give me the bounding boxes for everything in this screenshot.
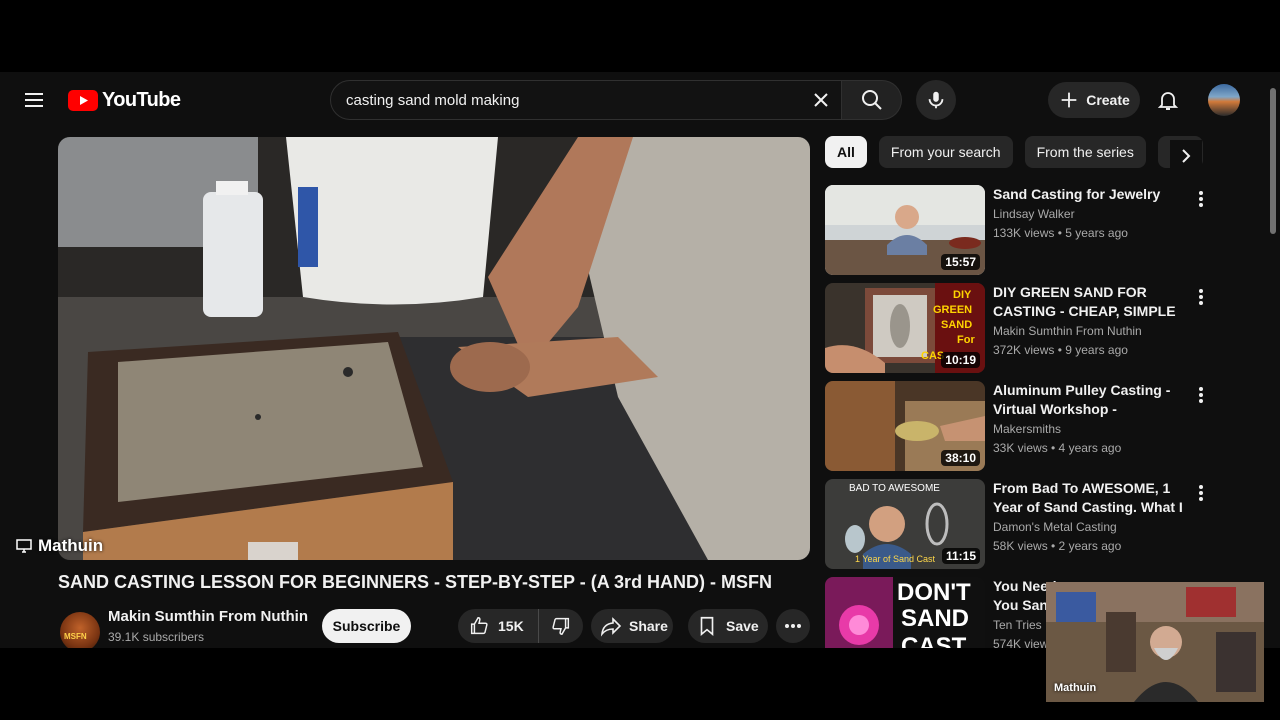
youtube-app: YouTube Create — [0, 72, 1280, 648]
more-vertical-icon[interactable] — [1191, 187, 1211, 211]
search-button[interactable] — [842, 80, 902, 120]
duration-badge: 38:10 — [941, 450, 980, 466]
thumbnail-text: 1 Year of Sand Cast — [855, 554, 936, 564]
clear-search-icon[interactable] — [801, 81, 841, 119]
youtube-logo[interactable]: YouTube — [68, 88, 181, 112]
thumbnail-text: DIY — [953, 289, 972, 301]
more-vertical-icon[interactable] — [1191, 481, 1211, 505]
recommendation-meta: 133K views • 5 years ago — [993, 226, 1128, 240]
webcam-overlay: Mathuin — [1046, 582, 1264, 702]
recommendation-title[interactable]: Sand Casting for Jewelry — [993, 185, 1189, 204]
recommendation-channel[interactable]: Ten Tries — [993, 618, 1042, 632]
recommendation-channel[interactable]: Makin Sumthin From Nuthin — [993, 324, 1142, 338]
notifications-button[interactable] — [1152, 84, 1184, 116]
recommendation-channel[interactable]: Lindsay Walker — [993, 207, 1075, 221]
recommendation-meta: 574K view — [993, 637, 1049, 648]
recommendation-item[interactable]: 15:57 Sand Casting for Jewelry Lindsay W… — [825, 185, 1217, 277]
recommendation-item[interactable]: BAD TO AWESOME 1 Year of Sand Cast 11:15… — [825, 479, 1217, 571]
duration-badge: 15:57 — [941, 254, 980, 270]
recommendation-meta: 58K views • 2 years ago — [993, 539, 1122, 553]
recommendation-title[interactable]: From Bad To AWESOME, 1 Year of Sand Cast… — [993, 479, 1189, 517]
channel-name[interactable]: Makin Sumthin From Nuthin — [108, 608, 308, 625]
recommendation-meta: 33K views • 4 years ago — [993, 441, 1122, 455]
thumbnail-text: SAND — [901, 605, 970, 632]
share-label: Share — [629, 618, 668, 634]
recommendation-meta: 372K views • 9 years ago — [993, 343, 1128, 357]
chevron-right-icon[interactable] — [1170, 140, 1202, 172]
video-owner-row: MSFN Makin Sumthin From Nuthin 39.1K sub… — [0, 608, 820, 648]
video-player[interactable] — [58, 137, 810, 560]
video-thumbnail[interactable]: DIY GREEN SAND For CAS 10:19 — [825, 283, 985, 373]
monitor-icon — [16, 539, 32, 553]
video-frame — [58, 137, 810, 560]
thumbnail-text: For — [957, 334, 975, 346]
recommendation-channel[interactable]: Makersmiths — [993, 422, 1061, 436]
duration-badge: 10:19 — [941, 352, 980, 368]
subscribe-button[interactable]: Subscribe — [322, 609, 411, 643]
more-horizontal-icon — [785, 624, 801, 628]
chip-all[interactable]: All — [825, 136, 867, 168]
plus-icon — [1061, 92, 1077, 108]
microphone-icon — [928, 91, 944, 109]
like-count: 15K — [498, 618, 524, 634]
recommendation-item[interactable]: DIY GREEN SAND For CAS 10:19 DIY GREEN S… — [825, 283, 1217, 375]
save-button[interactable]: Save — [688, 609, 768, 643]
stream-overlay-label: Mathuin — [16, 536, 103, 556]
video-thumbnail[interactable]: 15:57 — [825, 185, 985, 275]
thumbnail-text: BAD TO AWESOME — [849, 483, 940, 494]
overlay-name: Mathuin — [38, 536, 104, 555]
masthead: YouTube Create — [0, 72, 1280, 128]
subscriber-count: 39.1K subscribers — [108, 630, 205, 644]
chip-from-the-series[interactable]: From the series — [1024, 136, 1146, 168]
thumbnail-text: SAND — [941, 319, 973, 331]
thumbnail-text: GREEN — [933, 304, 973, 316]
recommendation-title[interactable]: Aluminum Pulley Casting - Virtual Worksh… — [993, 381, 1189, 419]
channel-avatar[interactable] — [60, 612, 100, 648]
recommendation-item[interactable]: 38:10 Aluminum Pulley Casting - Virtual … — [825, 381, 1217, 473]
voice-search-button[interactable] — [916, 80, 956, 120]
recommendation-channel[interactable]: Damon's Metal Casting — [993, 520, 1117, 534]
bookmark-icon — [700, 616, 714, 637]
dislike-button[interactable] — [539, 609, 583, 643]
share-icon — [600, 617, 622, 637]
video-thumbnail[interactable]: DON'T SAND CAST — [825, 577, 985, 648]
share-button[interactable]: Share — [591, 609, 673, 643]
save-label: Save — [726, 618, 759, 634]
filter-chips: All From your search From the series Fro — [825, 136, 1205, 168]
duration-badge: 11:15 — [941, 548, 980, 564]
logo-text: YouTube — [102, 88, 181, 111]
more-vertical-icon[interactable] — [1191, 285, 1211, 309]
thumbnail-text: DON'T — [897, 579, 971, 606]
thumbnail-text: CAST — [901, 633, 967, 648]
video-title: SAND CASTING LESSON FOR BEGINNERS - STEP… — [58, 572, 773, 592]
webcam-name: Mathuin — [1054, 682, 1097, 694]
search-icon — [861, 90, 882, 110]
channel-avatar-text: MSFN — [64, 632, 87, 641]
more-actions-button[interactable] — [776, 609, 810, 643]
recommendation-title[interactable]: DIY GREEN SAND FOR CASTING - CHEAP, SIMP… — [993, 283, 1189, 321]
account-avatar[interactable] — [1208, 84, 1240, 116]
chip-from-your-search[interactable]: From your search — [878, 136, 1013, 168]
create-label: Create — [1086, 92, 1130, 108]
thumbs-down-icon — [552, 617, 569, 635]
search-box — [330, 80, 842, 120]
more-vertical-icon[interactable] — [1191, 383, 1211, 407]
video-thumbnail[interactable]: BAD TO AWESOME 1 Year of Sand Cast 11:15 — [825, 479, 985, 569]
like-button[interactable]: 15K — [458, 609, 539, 643]
thumbs-up-icon — [470, 617, 488, 635]
menu-icon[interactable] — [22, 88, 46, 112]
youtube-play-icon — [68, 89, 98, 111]
search-input[interactable] — [331, 81, 801, 119]
like-dislike-group: 15K — [458, 609, 583, 643]
video-thumbnail[interactable]: 38:10 — [825, 381, 985, 471]
bell-icon — [1157, 92, 1179, 110]
scrollbar-thumb[interactable] — [1270, 88, 1276, 234]
create-button[interactable]: Create — [1048, 82, 1140, 118]
